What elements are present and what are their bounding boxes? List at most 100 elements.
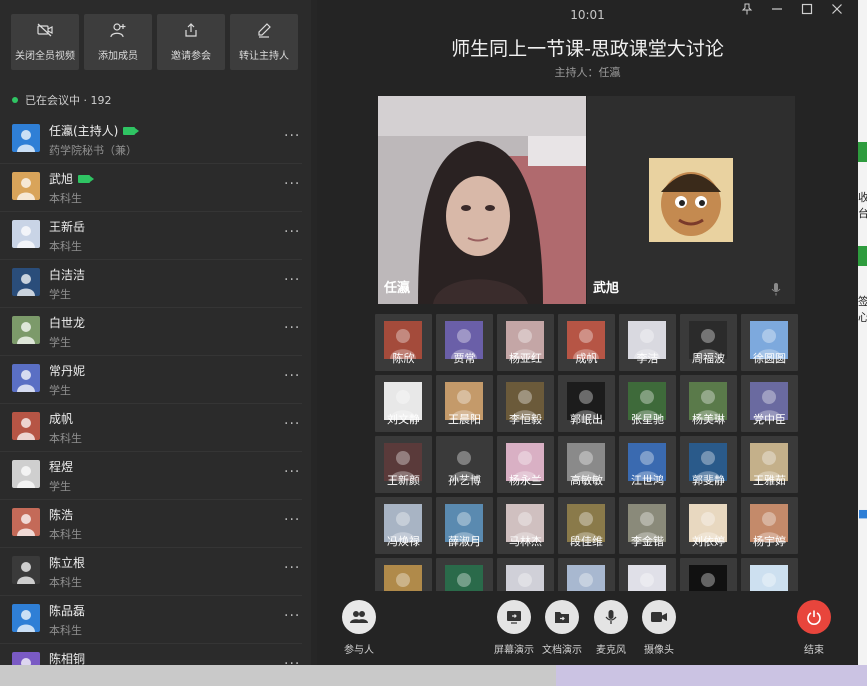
grid-tile[interactable]: 刘依婷	[680, 497, 737, 554]
more-options-icon[interactable]: ···	[284, 320, 300, 336]
grid-tile-name: 江世鸿	[631, 474, 664, 487]
grid-tile[interactable]	[680, 558, 737, 591]
participant-row[interactable]: 白洁洁 学生 ···	[0, 260, 302, 308]
more-options-icon[interactable]: ···	[284, 512, 300, 528]
more-options-icon[interactable]: ···	[284, 416, 300, 432]
participant-role: 学生	[49, 384, 71, 397]
grid-avatar	[750, 565, 788, 591]
more-options-icon[interactable]: ···	[284, 464, 300, 480]
mute-all-video-button[interactable]: 关闭全员视频	[11, 14, 79, 70]
grid-tile[interactable]: 王雅茹	[741, 436, 798, 493]
avatar	[12, 124, 40, 152]
more-options-icon[interactable]: ···	[284, 560, 300, 576]
mic-button[interactable]: 麦克风	[594, 600, 628, 656]
add-member-label: 添加成员	[98, 51, 138, 62]
grid-tile[interactable]: 党中臣	[741, 375, 798, 432]
invite-button[interactable]: 邀请参会	[157, 14, 225, 70]
doc-share-button[interactable]: 文档演示	[542, 600, 582, 656]
grid-tile[interactable]: 张星驰	[619, 375, 676, 432]
grid-tile[interactable]	[497, 558, 554, 591]
grid-tile[interactable]: 陈欣	[375, 314, 432, 371]
grid-tile[interactable]	[375, 558, 432, 591]
grid-tile-name: 王晨阳	[448, 413, 481, 426]
camera-button[interactable]: 摄像头	[642, 600, 676, 656]
grid-tile[interactable]: 李金锴	[619, 497, 676, 554]
participant-row[interactable]: 陈浩 本科生 ···	[0, 500, 302, 548]
grid-tile[interactable]: 郭斐静	[680, 436, 737, 493]
add-member-button[interactable]: 添加成员	[84, 14, 152, 70]
grid-tile[interactable]: 冯焕禄	[375, 497, 432, 554]
grid-tile[interactable]: 成帆	[558, 314, 615, 371]
minimize-icon	[772, 8, 782, 10]
avatar	[12, 556, 40, 584]
participant-row[interactable]: 任瀛(主持人) 药学院秘书（兼） ···	[0, 116, 302, 164]
desktop-glyph: ■	[858, 507, 867, 520]
grid-tile-name: 郭岷出	[570, 413, 603, 426]
participant-row[interactable]: 陈相铜 ···	[0, 644, 302, 665]
end-meeting-button[interactable]: 结束	[797, 600, 831, 656]
more-options-icon[interactable]: ···	[284, 272, 300, 288]
more-options-icon[interactable]: ···	[284, 656, 300, 665]
participant-name: 任瀛(主持人)	[49, 122, 140, 139]
more-options-icon[interactable]: ···	[284, 368, 300, 384]
screen-share-button[interactable]: 屏幕演示	[494, 600, 534, 656]
grid-tile[interactable]: 杨永兰	[497, 436, 554, 493]
grid-tile[interactable]: 王新颜	[375, 436, 432, 493]
participant-row[interactable]: 成帆 本科生 ···	[0, 404, 302, 452]
grid-tile[interactable]: 段佳维	[558, 497, 615, 554]
participant-row[interactable]: 程煜 学生 ···	[0, 452, 302, 500]
grid-tile[interactable]	[558, 558, 615, 591]
desktop-glyph: 签	[858, 295, 867, 308]
grid-tile[interactable]: 王晨阳	[436, 375, 493, 432]
participants-label: 参与人	[344, 645, 374, 656]
transfer-host-button[interactable]: 转让主持人	[230, 14, 298, 70]
participant-name: 陈相铜	[49, 652, 86, 665]
participants-button[interactable]: 参与人	[342, 600, 376, 656]
grid-tile[interactable]	[619, 558, 676, 591]
grid-tile[interactable]: 孙艺博	[436, 436, 493, 493]
grid-tile[interactable]: 杨宇婷	[741, 497, 798, 554]
grid-avatar	[628, 565, 666, 591]
grid-tile-name: 陈欣	[392, 352, 415, 365]
participant-row[interactable]: 陈立根 本科生 ···	[0, 548, 302, 596]
grid-tile[interactable]: 贾常	[436, 314, 493, 371]
participant-row[interactable]: 白世龙 学生 ···	[0, 308, 302, 356]
grid-tile[interactable]	[741, 558, 798, 591]
grid-tile[interactable]: 高敏敏	[558, 436, 615, 493]
grid-tile[interactable]: 江世鸿	[619, 436, 676, 493]
grid-tile[interactable]: 郭岷出	[558, 375, 615, 432]
participant-row[interactable]: 常丹妮 学生 ···	[0, 356, 302, 404]
avatar-person-icon	[17, 274, 35, 296]
participant-row[interactable]: 陈品磊 本科生 ···	[0, 596, 302, 644]
more-options-icon[interactable]: ···	[284, 176, 300, 192]
grid-tile[interactable]: 马林杰	[497, 497, 554, 554]
grid-tile[interactable]: 李恒毅	[497, 375, 554, 432]
grid-tile[interactable]	[436, 558, 493, 591]
grid-tile-name: 杨美琳	[692, 413, 725, 426]
avatar	[12, 316, 40, 344]
more-options-icon[interactable]: ···	[284, 224, 300, 240]
video-tile-host[interactable]: 任瀛	[378, 96, 586, 304]
minimize-button[interactable]	[770, 2, 784, 16]
grid-tile[interactable]: 周福波	[680, 314, 737, 371]
video-tile-second[interactable]: 武旭	[587, 96, 795, 304]
pin-icon	[741, 3, 753, 15]
grid-tile[interactable]: 李洁	[619, 314, 676, 371]
more-options-icon[interactable]: ···	[284, 608, 300, 624]
grid-tile[interactable]: 薛淑月	[436, 497, 493, 554]
avatar	[12, 652, 40, 665]
participant-row[interactable]: 武旭 本科生 ···	[0, 164, 302, 212]
pin-button[interactable]	[740, 2, 754, 16]
close-button[interactable]	[830, 2, 844, 16]
participant-row[interactable]: 王新岳 本科生 ···	[0, 212, 302, 260]
more-options-icon[interactable]: ···	[284, 128, 300, 144]
avatar	[12, 220, 40, 248]
grid-tile[interactable]: 杨亚红	[497, 314, 554, 371]
desktop-glyph: 心	[858, 311, 867, 324]
grid-tile[interactable]: 刘文静	[375, 375, 432, 432]
grid-tile[interactable]: 杨美琳	[680, 375, 737, 432]
avatar	[12, 412, 40, 440]
maximize-button[interactable]	[800, 2, 814, 16]
online-dot-icon	[12, 97, 18, 103]
grid-tile[interactable]: 徐圆圆	[741, 314, 798, 371]
